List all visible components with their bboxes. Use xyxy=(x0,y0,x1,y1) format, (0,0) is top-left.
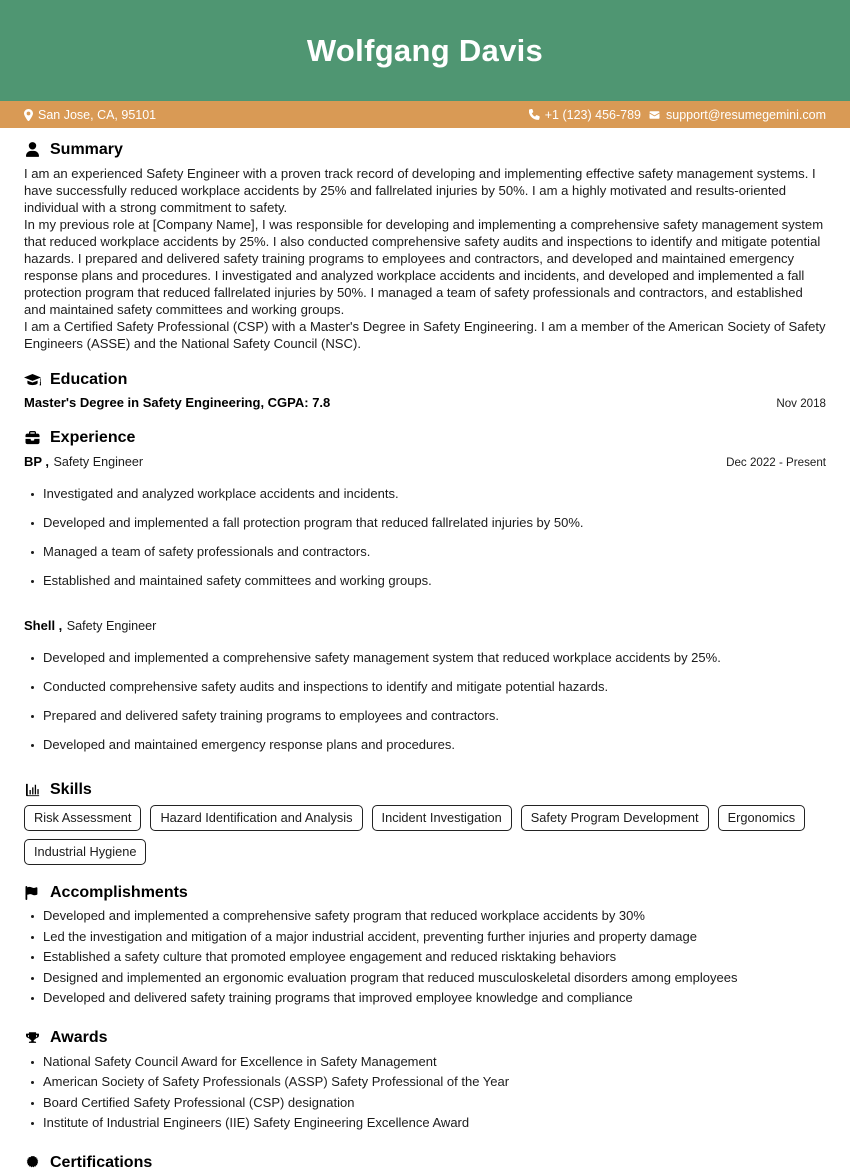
contact-location: San Jose, CA, 95101 xyxy=(24,108,156,122)
experience-company: BP , xyxy=(24,454,50,469)
section-summary: Summary I am an experienced Safety Engin… xyxy=(24,141,826,352)
section-header-awards: Awards xyxy=(24,1030,826,1047)
section-header-accomplishments: Accomplishments xyxy=(24,884,826,901)
contact-location-text: San Jose, CA, 95101 xyxy=(38,107,157,122)
experience-bullet-list: Developed and implemented a comprehensiv… xyxy=(24,650,826,753)
flag-icon xyxy=(24,884,41,901)
list-item: Developed and maintained emergency respo… xyxy=(24,737,826,753)
experience-date: Dec 2022 - Present xyxy=(726,456,826,469)
section-title-education: Education xyxy=(50,370,128,388)
list-item: American Society of Safety Professionals… xyxy=(24,1074,826,1090)
education-date: Nov 2018 xyxy=(776,397,826,410)
experience-role: Safety Engineer xyxy=(53,455,144,469)
section-title-accomplishments: Accomplishments xyxy=(50,883,188,901)
section-header-skills: Skills xyxy=(24,781,826,798)
skill-pill[interactable]: Risk Assessment xyxy=(24,805,142,831)
contact-email: support@resumegemini.com xyxy=(648,108,826,122)
section-experience: Experience BP , Safety Engineer Dec 2022… xyxy=(24,429,826,753)
list-item: Conducted comprehensive safety audits an… xyxy=(24,679,826,695)
section-certifications: Certifications xyxy=(24,1155,826,1172)
skill-pill[interactable]: Incident Investigation xyxy=(371,805,512,831)
experience-entry: Shell , Safety Engineer Developed and im… xyxy=(24,617,826,753)
list-item: Prepared and delivered safety training p… xyxy=(24,708,826,724)
list-item: Developed and implemented a fall protect… xyxy=(24,515,826,531)
summary-paragraph-2: In my previous role at [Company Name], I… xyxy=(24,217,824,317)
section-title-summary: Summary xyxy=(50,140,123,158)
awards-list: National Safety Council Award for Excell… xyxy=(24,1054,826,1132)
section-header-experience: Experience xyxy=(24,429,826,446)
list-item: Developed and implemented a comprehensiv… xyxy=(24,650,826,666)
list-item: National Safety Council Award for Excell… xyxy=(24,1054,826,1070)
section-skills: Skills Risk Assessment Hazard Identifica… xyxy=(24,781,826,865)
list-item: Established a safety culture that promot… xyxy=(24,949,826,965)
skill-pill[interactable]: Safety Program Development xyxy=(520,805,709,831)
header-contact-band: San Jose, CA, 95101 +1 (123) 456-789 sup… xyxy=(0,101,850,128)
education-degree: Master's Degree in Safety Engineering, C… xyxy=(24,395,331,410)
list-item: Developed and implemented a comprehensiv… xyxy=(24,908,826,924)
experience-company-role: Shell , Safety Engineer xyxy=(24,617,156,635)
page-title: Wolfgang Davis xyxy=(306,33,544,68)
section-title-experience: Experience xyxy=(50,428,136,446)
section-header-education: Education xyxy=(24,371,826,388)
trophy-icon xyxy=(24,1030,41,1047)
bar-chart-icon xyxy=(24,781,41,798)
skill-pill[interactable]: Industrial Hygiene xyxy=(24,839,147,865)
experience-company: Shell , xyxy=(24,618,63,633)
summary-paragraph-3: I am a Certified Safety Professional (CS… xyxy=(24,319,826,351)
contact-phone-text: +1 (123) 456-789 xyxy=(544,107,642,122)
section-title-certifications: Certifications xyxy=(50,1154,153,1171)
contact-phone: +1 (123) 456-789 xyxy=(528,107,642,122)
list-item: Board Certified Safety Professional (CSP… xyxy=(24,1095,826,1111)
skills-pill-group: Risk Assessment Hazard Identification an… xyxy=(24,805,826,865)
experience-entry-header: Shell , Safety Engineer xyxy=(24,617,826,635)
section-header-certifications: Certifications xyxy=(24,1155,826,1172)
contact-email-text: support@resumegemini.com xyxy=(666,107,826,122)
phone-icon xyxy=(528,109,540,120)
section-header-summary: Summary xyxy=(24,141,826,158)
section-education: Education Master's Degree in Safety Engi… xyxy=(24,371,826,410)
accomplishments-list: Developed and implemented a comprehensiv… xyxy=(24,908,826,1006)
resume-document: Wolfgang Davis San Jose, CA, 95101 +1 (1… xyxy=(0,0,850,1171)
list-item: Led the investigation and mitigation of … xyxy=(24,929,826,945)
section-accomplishments: Accomplishments Developed and implemente… xyxy=(24,884,826,1006)
list-item: Institute of Industrial Engineers (IIE) … xyxy=(24,1115,826,1131)
experience-role: Safety Engineer xyxy=(66,619,157,633)
list-item: Developed and delivered safety training … xyxy=(24,990,826,1006)
experience-entry-header: BP , Safety Engineer Dec 2022 - Present xyxy=(24,453,826,471)
briefcase-icon xyxy=(24,429,41,446)
section-awards: Awards National Safety Council Award for… xyxy=(24,1030,826,1132)
list-item: Established and maintained safety commit… xyxy=(24,573,826,589)
list-item: Managed a team of safety professionals a… xyxy=(24,544,826,560)
skill-pill[interactable]: Ergonomics xyxy=(717,805,806,831)
map-pin-icon xyxy=(24,108,33,121)
person-icon xyxy=(24,141,41,158)
envelope-icon xyxy=(648,110,661,120)
header-name-band: Wolfgang Davis xyxy=(0,0,850,101)
section-title-awards: Awards xyxy=(50,1029,108,1046)
resume-body: Summary I am an experienced Safety Engin… xyxy=(0,128,850,1172)
summary-paragraph-1: I am an experienced Safety Engineer with… xyxy=(24,166,816,215)
certificate-seal-icon xyxy=(24,1155,41,1172)
experience-entry: BP , Safety Engineer Dec 2022 - Present … xyxy=(24,453,826,589)
graduation-cap-icon xyxy=(24,371,41,388)
skill-pill[interactable]: Hazard Identification and Analysis xyxy=(150,805,363,831)
list-item: Designed and implemented an ergonomic ev… xyxy=(24,970,826,986)
education-entry: Master's Degree in Safety Engineering, C… xyxy=(24,395,826,410)
list-item: Investigated and analyzed workplace acci… xyxy=(24,486,826,502)
experience-company-role: BP , Safety Engineer xyxy=(24,453,143,471)
experience-bullet-list: Investigated and analyzed workplace acci… xyxy=(24,486,826,589)
section-title-skills: Skills xyxy=(50,780,92,798)
